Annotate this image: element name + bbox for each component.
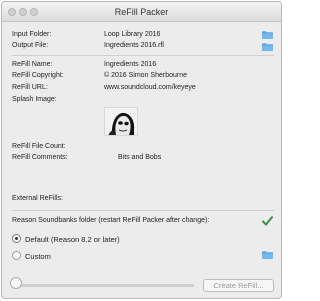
folder-icon[interactable] [262,31,273,39]
custom-radio[interactable] [12,251,21,260]
custom-radio-label[interactable]: Custom [25,252,51,261]
refill-copyright-field[interactable]: © 2016 Simon Sherbourne [104,72,187,79]
refill-comments-field[interactable]: Bits and Bobs [118,154,161,161]
input-folder-value: Loop Library 2016 [104,31,161,38]
soundbanks-folder-label: Reason Soundbanks folder (restart ReFill… [12,217,210,224]
checkmark-icon [262,216,273,228]
input-folder-label: Input Folder: [12,31,52,38]
title-bar: ReFill Packer [2,2,281,22]
refill-file-count-label: ReFill File Count: [12,143,66,150]
refill-url-label: ReFill URL: [12,84,48,91]
refill-url-field[interactable]: www.soundcloud.com/keyeye [104,84,196,91]
create-refill-button[interactable]: Create ReFill... [203,279,274,292]
refill-packer-window: ReFill Packer Input Folder: Loop Library… [1,1,282,299]
refill-comments-label: ReFill Comments: [12,154,68,161]
default-radio[interactable] [12,234,21,243]
progress-slider-knob[interactable] [10,277,22,289]
splash-image-label: Splash Image: [12,96,57,103]
window-title: ReFill Packer [114,7,169,17]
output-file-value: Ingredients 2016.rfl [104,42,164,49]
default-radio-label[interactable]: Default (Reason 8.2 or later) [25,235,120,244]
output-file-label: Output File: [12,42,49,49]
splash-image[interactable] [104,107,138,136]
folder-icon[interactable] [262,251,273,259]
external-refills-label: External ReFills: [12,195,63,202]
divider [12,210,274,211]
refill-name-label: ReFill Name: [12,61,53,68]
progress-slider-track [16,284,194,287]
divider [12,55,274,56]
refill-copyright-label: ReFill Copyright: [12,72,64,79]
folder-icon[interactable] [262,43,273,51]
refill-name-field[interactable]: Ingredients 2016 [104,61,156,68]
